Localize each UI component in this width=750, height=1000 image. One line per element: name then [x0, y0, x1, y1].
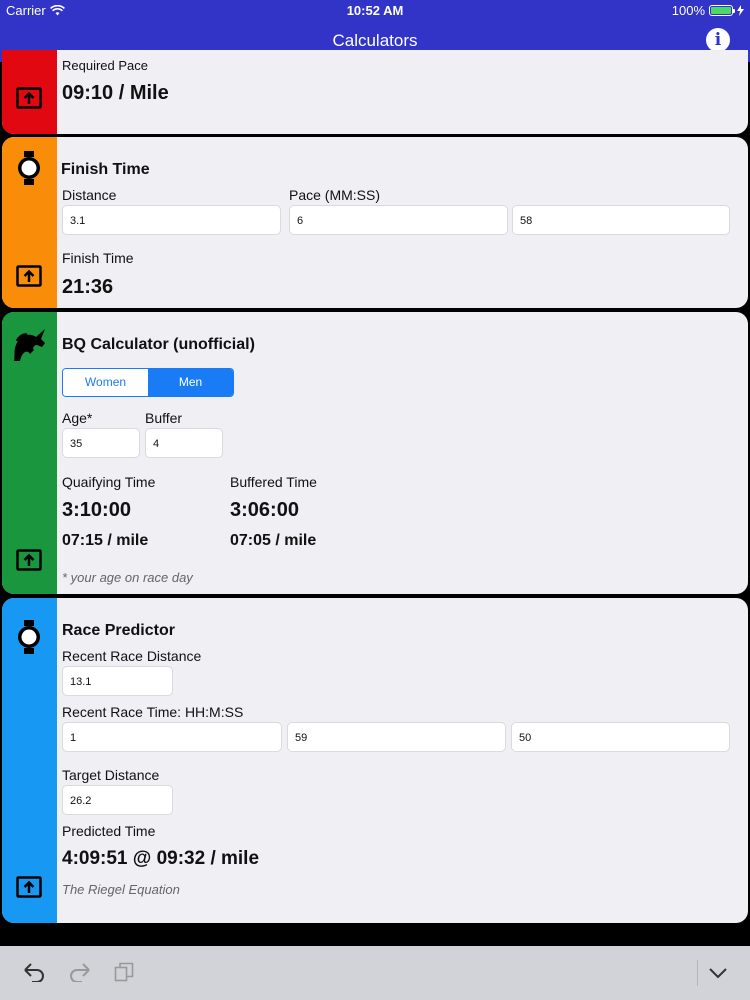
target-distance-field[interactable]: 26.2	[62, 785, 173, 815]
pace-card: Required Pace 09:10 / Mile	[2, 50, 748, 134]
recent-distance-label: Recent Race Distance	[62, 648, 202, 664]
pace-minutes-field[interactable]: 6	[289, 205, 508, 235]
bq-card-strip	[2, 312, 57, 594]
dismiss-keyboard-button[interactable]	[708, 966, 728, 984]
pace-value: 09:10 / Mile	[62, 82, 169, 104]
status-bar: Carrier 10:52 AM 100%	[0, 0, 750, 20]
qualifying-time: 3:10:00	[62, 499, 131, 521]
status-time: 10:52 AM	[346, 3, 404, 18]
undo-button[interactable]	[22, 962, 46, 987]
keyboard-toolbar	[0, 946, 750, 1000]
paste-icon	[114, 962, 134, 982]
age-label: Age*	[62, 410, 93, 426]
recent-time-label: Recent Race Time: HH:M:SS	[62, 704, 244, 720]
predicted-time: 4:09:51 @ 09:32 / mile	[62, 848, 260, 869]
age-footnote: * your age on race day	[62, 570, 193, 585]
buffered-pace: 07:05 / mile	[230, 532, 317, 549]
pace-seconds-field[interactable]: 58	[512, 205, 730, 235]
redo-icon	[70, 963, 90, 983]
paste-button[interactable]	[114, 962, 134, 987]
info-icon: i	[714, 30, 722, 50]
pace-label: Required Pace	[62, 58, 148, 73]
target-distance-label: Target Distance	[62, 767, 160, 783]
qualifying-label: Quaifying Time	[62, 474, 156, 490]
race-share-button[interactable]	[16, 876, 42, 903]
qualifying-pace: 07:15 / mile	[62, 532, 149, 549]
battery-percent: 100%	[671, 3, 705, 18]
finish-card-strip	[2, 137, 57, 308]
race-stopwatch	[16, 620, 42, 659]
finish-title: Finish Time	[61, 161, 150, 178]
distance-label: Distance	[62, 187, 117, 203]
share-icon	[16, 876, 42, 898]
finish-result-label: Finish Time	[62, 250, 134, 266]
distance-field[interactable]: 3.1	[62, 205, 281, 235]
recent-seconds-field[interactable]: 50	[511, 722, 730, 752]
predicted-label: Predicted Time	[62, 823, 156, 839]
buffered-time: 3:06:00	[230, 499, 299, 521]
share-icon	[16, 549, 42, 571]
buffer-field[interactable]: 4	[145, 428, 223, 458]
unicorn-icon	[14, 329, 45, 361]
race-card-strip	[2, 598, 57, 923]
finish-card: Finish Time Distance Pace (MM:SS) 3.1 6 …	[2, 137, 748, 308]
page-title: Calculators	[332, 31, 418, 50]
share-icon	[16, 87, 42, 109]
recent-hours-field[interactable]: 1	[62, 722, 282, 752]
segment-men[interactable]: Men	[148, 369, 233, 396]
finish-result: 21:36	[62, 276, 114, 298]
battery-area: 100%	[672, 3, 744, 18]
buffered-label: Buffered Time	[230, 474, 317, 490]
gender-segmented-control[interactable]: Women Men	[62, 368, 234, 397]
undo-icon	[24, 963, 44, 983]
bq-card: BQ Calculator (unofficial) Women Men Age…	[2, 312, 748, 594]
pace-mmss-label: Pace (MM:SS)	[289, 187, 381, 203]
race-card: Race Predictor Recent Race Distance 13.1…	[2, 598, 748, 923]
bq-title: BQ Calculator (unofficial)	[62, 336, 255, 353]
info-button[interactable]: i	[706, 28, 730, 52]
bq-unicorn	[12, 328, 48, 367]
buffer-label: Buffer	[145, 410, 183, 426]
pace-share-button[interactable]	[16, 87, 42, 114]
redo-button[interactable]	[68, 962, 92, 987]
age-field[interactable]: 35	[62, 428, 140, 458]
method-note: The Riegel Equation	[62, 882, 180, 897]
recent-distance-field[interactable]: 13.1	[62, 666, 173, 696]
share-icon	[16, 265, 42, 287]
charging-icon	[737, 5, 744, 16]
race-title: Race Predictor	[62, 622, 175, 639]
stopwatch-icon	[18, 151, 40, 185]
pace-card-strip	[2, 50, 57, 134]
finish-share-button[interactable]	[16, 265, 42, 292]
segment-women[interactable]: Women	[63, 369, 148, 396]
toolbar-divider	[697, 960, 698, 986]
bq-share-button[interactable]	[16, 549, 42, 576]
stopwatch-icon	[18, 620, 40, 654]
finish-stopwatch	[16, 151, 42, 190]
chevron-down-icon	[709, 968, 727, 979]
battery-icon	[709, 5, 735, 16]
recent-minutes-field[interactable]: 59	[287, 722, 506, 752]
